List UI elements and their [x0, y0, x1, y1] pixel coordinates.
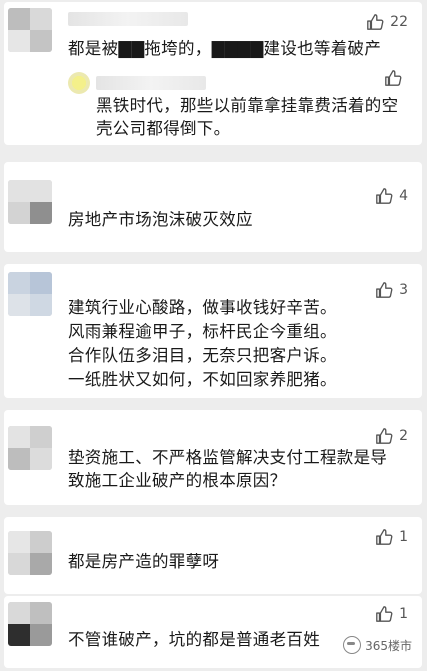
reply-text: 黑铁时代，那些以前靠拿挂靠费活着的空 壳公司都得倒下。 [96, 96, 399, 138]
like-count: 1 [399, 529, 408, 545]
avatar[interactable] [8, 180, 52, 224]
thumbs-up-icon [376, 606, 393, 622]
thumbs-up-icon [385, 70, 402, 86]
wechat-icon [343, 636, 362, 654]
like-button[interactable]: 1 [375, 527, 408, 547]
comment-card: 22 都是被▇▇拖垮的，▇▇▇▇建设也等着破产 黑铁时代，那些以前靠拿挂靠费活着… [4, 2, 422, 145]
thumbs-up-icon [376, 529, 393, 545]
comment-text: 都是被▇▇拖垮的，▇▇▇▇建设也等着破产 [68, 39, 382, 58]
avatar[interactable] [8, 272, 52, 316]
thumbs-up-icon [376, 428, 393, 444]
like-count: 1 [399, 606, 408, 622]
comment-text: 建筑行业心酸路，做事收钱好辛苦。 风雨兼程逾甲子，标杆民企今重组。 合作队伍多泪… [68, 298, 337, 389]
username [68, 12, 188, 26]
like-count: 2 [399, 428, 408, 444]
comment-card: 1 不管谁破产，坑的都是普通老百姓 365楼市 [4, 596, 422, 668]
like-button[interactable]: 2 [375, 426, 408, 446]
watermark: 365楼市 [343, 636, 412, 654]
thumbs-up-icon [367, 14, 384, 30]
avatar[interactable] [8, 531, 52, 575]
like-count: 4 [399, 188, 408, 204]
avatar[interactable] [8, 8, 52, 52]
reply-like-button[interactable] [384, 68, 408, 88]
like-button[interactable]: 22 [366, 12, 408, 32]
thumbs-up-icon [376, 188, 393, 204]
avatar[interactable] [8, 602, 52, 646]
reply-avatar[interactable] [68, 72, 90, 94]
like-count: 22 [390, 14, 408, 30]
comment-card: 1 都是房产造的罪孽呀 [4, 517, 422, 594]
comment-text: 垫资施工、不严格监管解决支付工程款是导 致施工企业破产的根本原因？ [68, 448, 388, 490]
avatar[interactable] [8, 426, 52, 470]
comment-card: 4 房地产市场泡沫破灭效应 [4, 162, 422, 252]
like-button[interactable]: 1 [375, 604, 408, 624]
like-button[interactable]: 4 [375, 186, 408, 206]
reply-username [96, 76, 206, 90]
comment-text: 房地产市场泡沫破灭效应 [68, 210, 253, 229]
comment-text: 都是房产造的罪孽呀 [68, 552, 220, 571]
comment-card: 3 建筑行业心酸路，做事收钱好辛苦。 风雨兼程逾甲子，标杆民企今重组。 合作队伍… [4, 264, 422, 398]
watermark-text: 365楼市 [365, 638, 412, 653]
comment-card: 2 垫资施工、不严格监管解决支付工程款是导 致施工企业破产的根本原因？ [4, 410, 422, 505]
